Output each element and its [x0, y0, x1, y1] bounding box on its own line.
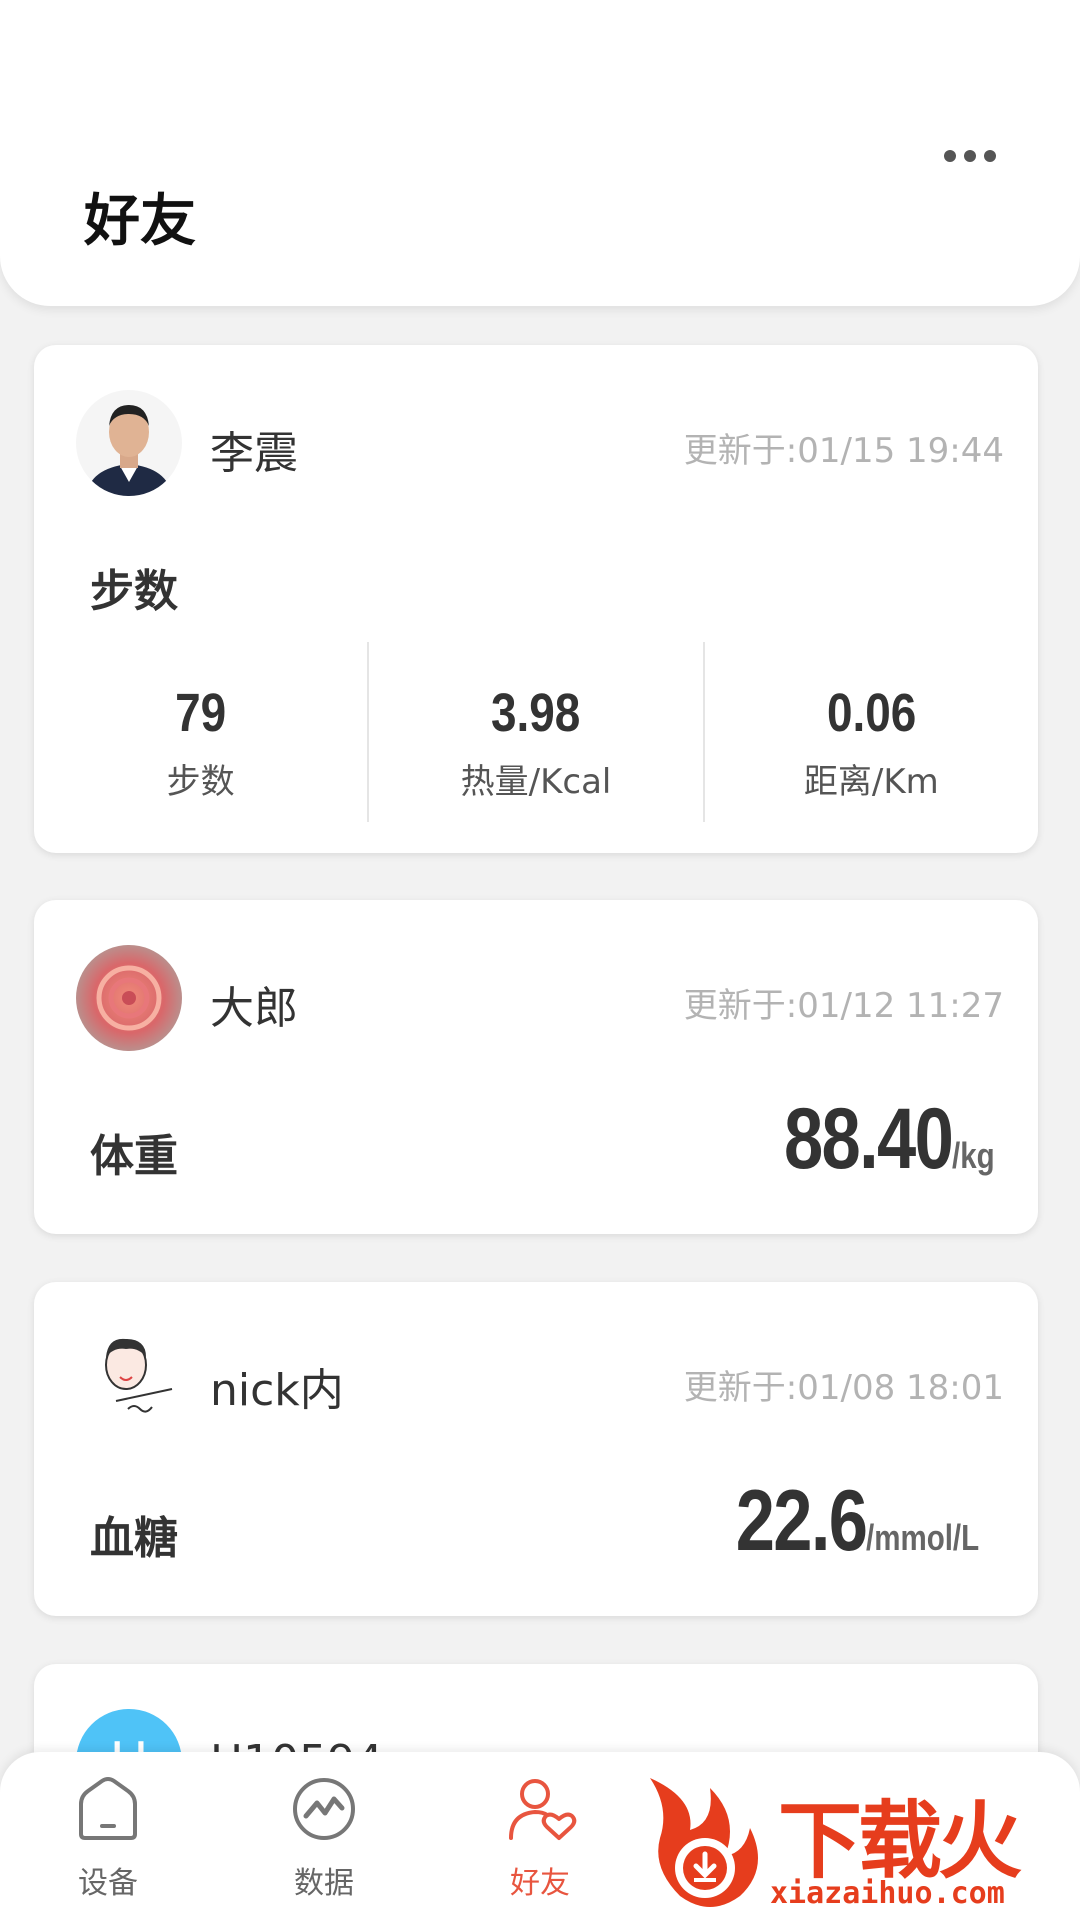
metric-value: 88.40	[783, 1091, 954, 1187]
friend-card[interactable]: nick内 更新于:01/08 18:01 血糖 22.6 /mmol/L	[34, 1282, 1038, 1616]
friend-name: 李震	[210, 428, 298, 479]
watermark-url: xiazaihuo.com	[770, 1876, 1005, 1911]
stat-calories: 3.98 热量/Kcal	[367, 642, 702, 822]
stat-value: 0.06	[826, 683, 916, 743]
data-icon	[293, 1778, 355, 1840]
app-header: 好友	[0, 0, 1080, 306]
more-dot-icon	[944, 150, 956, 162]
friend-name: nick内	[210, 1365, 344, 1416]
friend-card[interactable]: 大郎 更新于:01/12 11:27 体重 88.40 /kg	[34, 900, 1038, 1234]
updated-time: 更新于:01/12 11:27	[683, 986, 1004, 1026]
avatar	[76, 1327, 182, 1433]
page-title: 好友	[84, 189, 196, 254]
friend-name: 大郎	[210, 983, 298, 1034]
avatar	[76, 390, 182, 496]
nav-item-data[interactable]: 数据	[234, 1772, 414, 1912]
friends-icon	[509, 1779, 577, 1840]
updated-time: 更新于:01/15 19:44	[683, 431, 1004, 471]
metric-unit: /kg	[951, 1135, 995, 1176]
nav-label: 好友	[510, 1866, 570, 1901]
stat-steps: 79 步数	[34, 642, 367, 822]
friend-card[interactable]: 李震 更新于:01/15 19:44 步数 79 步数 3.98 热量/Kcal…	[34, 345, 1038, 853]
friends-page: 好友 李震 更新于:01/15 19:44 步数 79 步数 3.98 热量/K…	[0, 0, 1080, 1920]
nav-label: 数据	[294, 1866, 354, 1901]
stat-label: 步数	[166, 762, 235, 802]
more-dot-icon	[984, 150, 996, 162]
stat-label: 热量/Kcal	[460, 762, 612, 802]
stat-value: 79	[175, 683, 227, 743]
metric-value: 22.6	[735, 1473, 867, 1569]
stat-label: 距离/Km	[803, 762, 939, 802]
stat-value: 3.98	[491, 683, 581, 743]
nav-item-device[interactable]: 设备	[18, 1772, 198, 1912]
metric-label: 血糖	[90, 1513, 178, 1564]
flame-logo-icon	[650, 1778, 758, 1907]
metric-unit: /mmol/L	[865, 1517, 980, 1558]
stat-distance: 0.06 距离/Km	[702, 642, 1038, 822]
more-dot-icon	[964, 150, 976, 162]
metric-label: 体重	[90, 1131, 178, 1182]
steps-stats: 79 步数 3.98 热量/Kcal 0.06 距离/Km	[34, 642, 1038, 822]
avatar	[76, 945, 182, 1051]
nav-label: 设备	[78, 1866, 138, 1901]
updated-time: 更新于:01/08 18:01	[683, 1368, 1004, 1408]
watermark: 下载火 xiazaihuo.com	[630, 1768, 1080, 1920]
nav-item-friends[interactable]: 好友	[450, 1772, 630, 1912]
more-options-button[interactable]	[930, 136, 1010, 176]
blood-sugar-value: 22.6 /mmol/L	[707, 1472, 1004, 1571]
device-icon	[79, 1777, 137, 1840]
weight-value: 88.40 /kg	[747, 1090, 1004, 1189]
metric-label: 步数	[90, 566, 178, 617]
